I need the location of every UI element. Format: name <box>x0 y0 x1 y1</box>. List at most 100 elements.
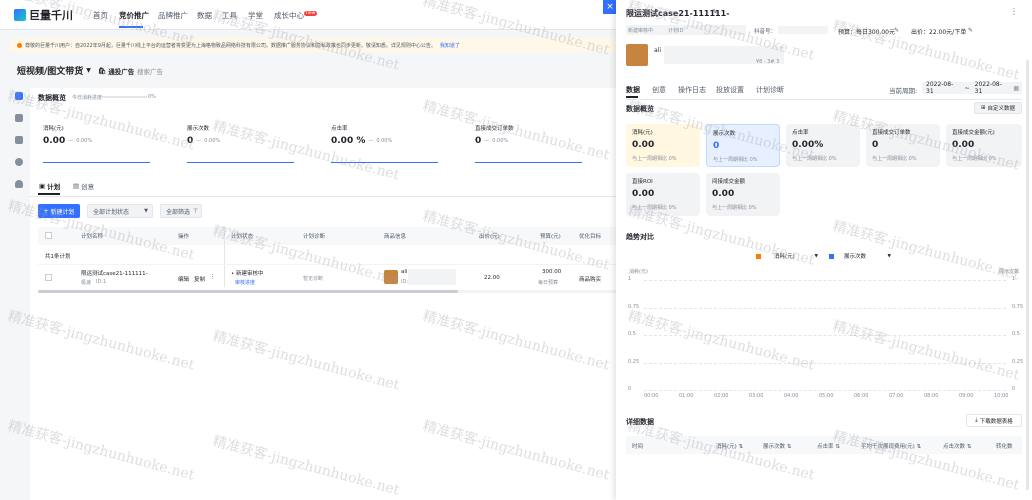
nav-academy[interactable]: 学堂 <box>248 10 263 21</box>
drawer-account: 抖音号： <box>754 29 777 35</box>
drawer-plan-id-label: 计划ID <box>668 28 684 34</box>
notice-dismiss-link[interactable]: 我知道了 <box>440 42 460 49</box>
y-tick-left: 0 <box>628 386 632 392</box>
sidebar-user-icon[interactable] <box>15 180 23 188</box>
th-goal: 优化目标 <box>579 234 602 240</box>
notice-banner: 尊敬的巨量千川用户：自2022年9月起，巨量千川线上平台的运营者将变更为上海格物… <box>10 38 616 52</box>
sort-icon: ⇅ <box>786 444 792 450</box>
tab-data-underline <box>626 96 638 98</box>
card-impressions[interactable]: 展示次数 0 与上一周期相比 0% <box>706 124 780 167</box>
plan-budget[interactable]: 300.00 <box>542 269 561 275</box>
nav-tools[interactable]: 工具 <box>222 10 237 21</box>
date-range-picker[interactable]: 2022-08-31 ~2022-08-31 ▦ <box>922 81 1022 95</box>
y-tick-right: 0 <box>1012 386 1016 392</box>
sidebar-overview-icon[interactable] <box>15 92 23 100</box>
edit-bid-icon[interactable]: ✎ <box>968 27 973 34</box>
th-diagnosis: 计划诊断 <box>303 234 326 240</box>
drawer-product-image[interactable] <box>626 44 648 66</box>
dth-cost[interactable]: 消耗(元) ⇅ <box>716 442 743 450</box>
kpi-cost[interactable]: 消耗(元) 0.00—0.00% <box>43 124 153 163</box>
edit-link[interactable]: 编辑 <box>178 275 189 283</box>
tabs-divider <box>30 196 616 197</box>
dth-ctr[interactable]: 点击率 ⇅ <box>817 442 840 450</box>
sidebar-shop-icon[interactable] <box>15 136 23 144</box>
legend-metric-a-select[interactable]: 消耗(元) ▼ <box>756 251 818 261</box>
nav-home[interactable]: 首页 <box>93 10 108 21</box>
card-cost[interactable]: 消耗(元) 0.00 与上一周期相比 0% <box>626 124 700 167</box>
plan-name[interactable]: 限运测试case21-111111- <box>81 269 148 277</box>
custom-data-button[interactable]: ⊞ 自定义数据 <box>974 102 1022 114</box>
tab-settings[interactable]: 投放设置 <box>716 85 744 95</box>
product-thumbnail[interactable] <box>384 270 398 284</box>
mode-general[interactable]: 🛍 通投广告 <box>98 66 134 76</box>
tab-diagnosis[interactable]: 计划诊断 <box>756 85 784 95</box>
sidebar-douyin-icon[interactable] <box>15 158 23 166</box>
product-name: ali <box>401 269 408 275</box>
main-content: 数据概览 今日消耗进度 0% 消耗(元) 0.00—0.00% 展示次数 0—0… <box>30 88 616 500</box>
dth-conversions: 转化数 <box>996 444 1013 450</box>
scene-selector[interactable]: 短视频/图文带货 ▼ <box>17 64 91 77</box>
more-icon[interactable]: ⋮ <box>210 274 216 280</box>
drawer-product-meta: ¥8 · 3# 3 <box>756 59 780 65</box>
tab-creatives[interactable]: ▤ 创意 <box>73 181 94 191</box>
nav-bidding[interactable]: 竞价推广 <box>119 10 149 21</box>
y-tick-left: 0.25 <box>628 359 640 365</box>
warning-icon <box>17 42 22 48</box>
sort-icon: ⇅ <box>738 444 744 450</box>
x-tick: 08:00 <box>924 393 939 399</box>
kpi-impressions[interactable]: 展示次数 0—0.00% <box>187 124 297 163</box>
table-row[interactable]: 限运测试case21-111111- 极速 ID:1 编辑 复制 ⋮ • 新建审… <box>38 266 616 290</box>
review-progress-link[interactable]: 审核进度 <box>235 279 255 286</box>
card-ctr[interactable]: 点击率 0.00% 与上一周期相比 0% <box>786 124 860 167</box>
download-icon: ⤓ <box>975 417 978 423</box>
dth-impressions[interactable]: 展示次数 ⇅ <box>763 442 791 450</box>
brand-logo[interactable]: 巨量千川 <box>14 7 73 23</box>
tabs-divider <box>626 99 1022 100</box>
card-gmv[interactable]: 直接成交金额(元) 0.00 与上一周期相比 0% <box>946 124 1022 167</box>
left-sidebar <box>10 88 28 500</box>
tab-log[interactable]: 操作日志 <box>678 85 706 95</box>
nav-data[interactable]: 数据 <box>197 10 212 21</box>
edit-title-icon[interactable]: ✎ <box>712 8 718 16</box>
card-roi[interactable]: 直接ROI 0.00 与上一周期相比 0% <box>626 173 700 216</box>
card-orders[interactable]: 直接成交订单数 0 与上一周期相比 0% <box>866 124 940 167</box>
select-all-checkbox[interactable] <box>45 232 52 239</box>
cart-icon: 🛍 <box>98 67 107 75</box>
chart-gridline <box>644 280 1006 281</box>
drawer-budget: 预算：每日300.00元 <box>838 29 895 36</box>
kpi-ctr[interactable]: 点击率 0.00 % —0.00% <box>331 124 441 163</box>
table-header: 计划名称 操作 计划状态 计划诊断 商品信息 出价(元) 预算(元) 优化目标 <box>38 227 616 245</box>
kpi-orders[interactable]: 直接成交订单数 0—0.00% <box>475 124 585 163</box>
close-drawer-button[interactable]: × <box>603 0 617 14</box>
nav-brand[interactable]: 品牌推广 <box>158 10 188 21</box>
plan-bid[interactable]: 22.00 <box>484 275 500 281</box>
legend-metric-b-select[interactable]: 展示次数 ▼ <box>829 251 891 261</box>
close-icon: × <box>606 2 614 12</box>
tab-data[interactable]: 数据 <box>626 85 640 95</box>
all-filter-button[interactable]: 全部筛选 ⊤ <box>160 204 202 218</box>
tab-creative[interactable]: 创意 <box>652 85 666 95</box>
more-icon[interactable]: ⋮ <box>1010 7 1018 16</box>
x-tick: 04:00 <box>784 393 799 399</box>
progress-value: 0% <box>148 94 156 100</box>
edit-budget-icon[interactable]: ✎ <box>894 27 899 34</box>
dth-cpm[interactable]: 平均千次展现费用(元) ⇅ <box>861 442 921 450</box>
dth-clicks[interactable]: 点击次数 ⇅ <box>943 442 971 450</box>
nav-growth[interactable]: 成长中心 new <box>274 10 318 21</box>
drawer-scrollbar[interactable] <box>1026 60 1029 490</box>
trend-chart[interactable]: 1 1 0.75 0.75 0.5 0.5 0.25 0.25 0 0 00:00 01:00 02:0… <box>628 276 1023 400</box>
tab-plans[interactable]: ▣ 计划 <box>39 181 60 191</box>
copy-link[interactable]: 复制 <box>194 275 205 283</box>
row-checkbox[interactable] <box>45 274 52 281</box>
new-plan-button[interactable]: + 新建计划 <box>38 204 80 218</box>
sidebar-account-icon[interactable] <box>15 114 23 122</box>
sort-icon: ⇅ <box>835 444 840 450</box>
download-data-button[interactable]: ⤓ 下载数据表格 <box>966 414 1022 427</box>
chevron-down-icon: ▼ <box>86 67 91 74</box>
card-indirect-gmv[interactable]: 间接成交金额 0.00 与上一周期相比 0% <box>706 173 780 216</box>
horizontal-scrollbar[interactable] <box>38 290 616 293</box>
mode-search[interactable]: 搜索广告 <box>137 66 163 76</box>
logo-icon <box>14 9 26 21</box>
x-tick: 09:00 <box>959 393 974 399</box>
status-filter-select[interactable]: 全部计划状态 ▼ <box>87 204 153 218</box>
